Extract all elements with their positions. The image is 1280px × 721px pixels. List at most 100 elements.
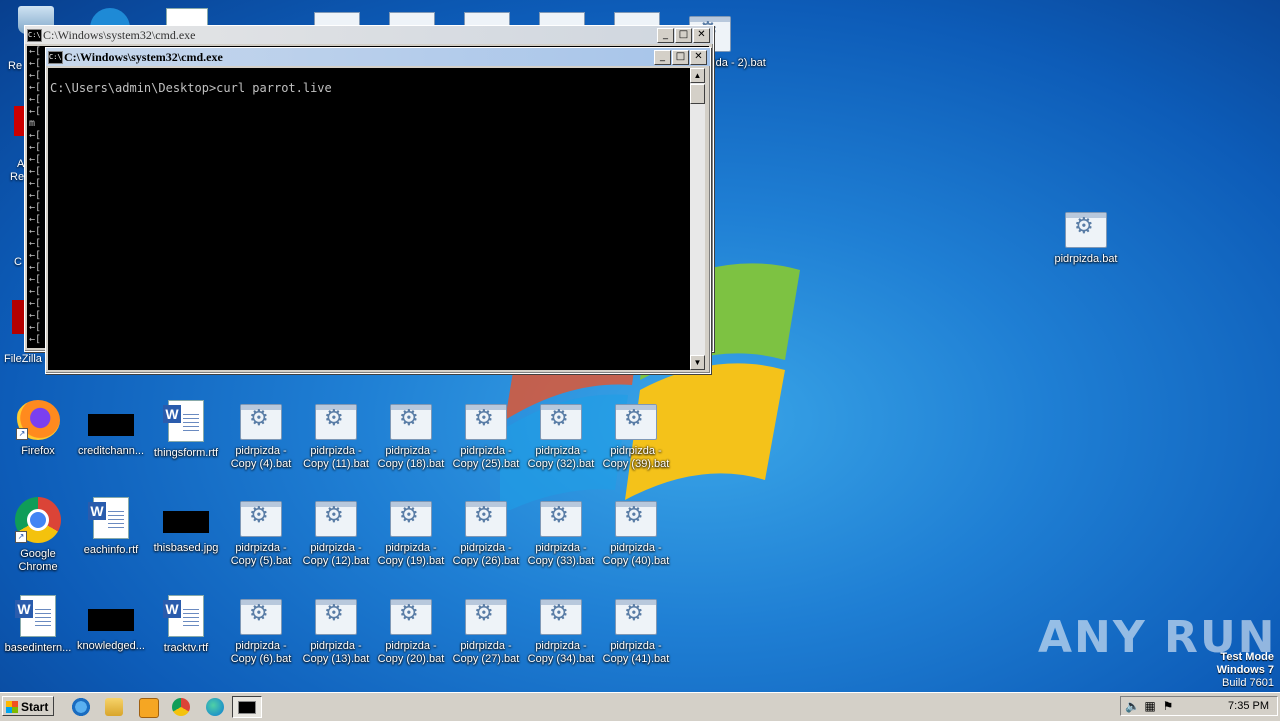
batch-file-icon (615, 404, 657, 440)
batch-file-icon (390, 599, 432, 635)
file-thumbnail-icon (163, 511, 209, 533)
minimize-button[interactable]: _ (657, 28, 674, 43)
maximize-button[interactable]: □ (672, 50, 689, 65)
desktop-icon[interactable]: basedintern... (0, 595, 76, 655)
batch-file-icon (540, 501, 582, 537)
desktop-icon[interactable]: pidrpizda - Copy (19).bat (373, 497, 449, 568)
desktop-icon-label: pidrpizda - Copy (39).bat (602, 445, 670, 470)
desktop-icon-label: pidrpizda - Copy (40).bat (602, 542, 670, 567)
test-mode-watermark: Test Mode Windows 7 Build 7601 (1217, 651, 1274, 690)
desktop-icon-label: eachinfo.rtf (83, 544, 139, 556)
chrome-icon[interactable] (172, 698, 190, 716)
desktop-icon-label: creditchann... (77, 445, 145, 457)
cmd-prompt-line: C:\Users\admin\Desktop>curl parrot.live (50, 81, 332, 95)
taskbar-cmd-button[interactable] (232, 696, 262, 718)
batch-file-icon (540, 404, 582, 440)
desktop-icon[interactable]: pidrpizda - Copy (25).bat (448, 400, 524, 471)
maximize-button[interactable]: □ (675, 28, 692, 43)
desktop-icon-label: thisbased.jpg (153, 542, 219, 554)
desktop-icon-pidrpizda-bat[interactable]: pidrpizda.bat (1048, 208, 1124, 266)
batch-file-icon (240, 404, 282, 440)
desktop-icon[interactable]: eachinfo.rtf (73, 497, 149, 557)
file-explorer-icon[interactable] (105, 698, 123, 716)
desktop-icon[interactable]: pidrpizda - Copy (20).bat (373, 595, 449, 666)
desktop-icon[interactable]: pidrpizda - Copy (34).bat (523, 595, 599, 666)
desktop-icon[interactable]: pidrpizda - Copy (32).bat (523, 400, 599, 471)
cmd-icon (238, 701, 256, 714)
batch-file-icon (615, 501, 657, 537)
cmd-icon: C:\ (27, 29, 42, 42)
scroll-down-arrow-icon[interactable]: ▼ (690, 355, 705, 370)
desktop-icon-label: pidrpizda - Copy (26).bat (452, 542, 520, 567)
desktop-icon[interactable]: pidrpizda - Copy (4).bat (223, 400, 299, 471)
system-tray: 🔈 ▦ ⚑ 7:35 PM (1120, 696, 1278, 716)
desktop-icon[interactable]: pidrpizda - Copy (27).bat (448, 595, 524, 666)
desktop-icon-label: pidrpizda - Copy (32).bat (527, 445, 595, 470)
shortcut-arrow-icon: ↗ (16, 428, 28, 440)
word-document-icon (15, 595, 56, 637)
batch-file-icon (465, 404, 507, 440)
edge-icon[interactable] (206, 698, 224, 716)
close-button[interactable]: ✕ (693, 28, 710, 43)
desktop-icon[interactable]: pidrpizda - Copy (12).bat (298, 497, 374, 568)
batch-file-icon (240, 599, 282, 635)
desktop-icon-label: pidrpizda - Copy (18).bat (377, 445, 445, 470)
taskbar: Start 🔈 ▦ ⚑ 7:35 PM (0, 692, 1280, 721)
desktop-icon[interactable]: knowledged... (73, 595, 149, 653)
scroll-thumb[interactable] (690, 84, 705, 104)
partial-label-1: Re (8, 60, 23, 72)
firefox-icon: ↗ (16, 400, 60, 440)
desktop-icon[interactable]: pidrpizda - Copy (5).bat (223, 497, 299, 568)
chrome-icon: ↗ (15, 497, 61, 543)
cmd-back-title: C:\Windows\system32\cmd.exe (43, 28, 196, 42)
desktop-icon[interactable]: thisbased.jpg (148, 497, 224, 555)
start-button[interactable]: Start (2, 696, 54, 716)
internet-explorer-icon[interactable] (72, 698, 90, 716)
action-center-flag-icon[interactable]: ⚑ (1161, 699, 1175, 713)
desktop-icon[interactable]: pidrpizda - Copy (41).bat (598, 595, 674, 666)
desktop-icon[interactable]: ↗ Google Chrome (0, 497, 76, 574)
cmd-window-front[interactable]: C:\ C:\Windows\system32\cmd.exe _ □ ✕ C:… (45, 47, 711, 374)
vertical-scrollbar[interactable]: ▲ ▼ (690, 68, 705, 370)
desktop-icon[interactable]: thingsform.rtf (148, 400, 224, 460)
batch-file-icon (465, 599, 507, 635)
desktop-icon[interactable]: pidrpizda - Copy (33).bat (523, 497, 599, 568)
desktop-icon[interactable]: ↗ Firefox (0, 400, 76, 458)
batch-file-icon (315, 404, 357, 440)
file-thumbnail-icon (88, 609, 134, 631)
watermark-line3: Build 7601 (1222, 677, 1274, 689)
volume-icon[interactable]: 🔈 (1125, 699, 1140, 713)
word-document-icon (88, 497, 129, 539)
network-icon[interactable]: ▦ (1143, 699, 1157, 713)
clock[interactable]: 7:35 PM (1228, 697, 1269, 715)
desktop-icon-label: Google Chrome (18, 548, 58, 573)
cmd-back-titlebar[interactable]: C:\ C:\Windows\system32\cmd.exe _ □ ✕ (25, 26, 713, 44)
close-button[interactable]: ✕ (690, 50, 707, 65)
desktop-icon[interactable]: pidrpizda - Copy (18).bat (373, 400, 449, 471)
desktop-icon[interactable]: pidrpizda - Copy (13).bat (298, 595, 374, 666)
desktop-icon-label: pidrpizda - Copy (5).bat (230, 542, 292, 567)
word-document-icon (163, 400, 204, 442)
batch-file-icon (540, 599, 582, 635)
desktop-icon[interactable]: tracktv.rtf (148, 595, 224, 655)
minimize-button[interactable]: _ (654, 50, 671, 65)
desktop-icon[interactable]: pidrpizda - Copy (39).bat (598, 400, 674, 471)
desktop-icon-label: Firefox (21, 445, 55, 457)
desktop-icon-label: basedintern... (4, 642, 72, 654)
desktop-icon[interactable]: pidrpizda - Copy (6).bat (223, 595, 299, 666)
media-player-icon[interactable] (139, 698, 159, 718)
desktop-icon-label: pidrpizda - Copy (41).bat (602, 640, 670, 665)
cmd-front-console[interactable]: C:\Users\admin\Desktop>curl parrot.live (48, 68, 690, 370)
shortcut-arrow-icon: ↗ (15, 531, 27, 543)
desktop-icon-label: pidrpizda - Copy (19).bat (377, 542, 445, 567)
batch-file-icon (390, 501, 432, 537)
desktop-icon-label: pidrpizda - Copy (11).bat (303, 445, 369, 470)
desktop-icon[interactable]: creditchann... (73, 400, 149, 458)
scroll-up-arrow-icon[interactable]: ▲ (690, 68, 705, 83)
desktop-icon[interactable]: pidrpizda - Copy (40).bat (598, 497, 674, 568)
desktop-icon[interactable]: pidrpizda - Copy (11).bat (298, 400, 374, 471)
cmd-front-titlebar[interactable]: C:\ C:\Windows\system32\cmd.exe _ □ ✕ (46, 48, 710, 66)
desktop-icon-label: pidrpizda - Copy (27).bat (452, 640, 520, 665)
desktop-icon-label: pidrpizda - Copy (4).bat (230, 445, 292, 470)
desktop-icon[interactable]: pidrpizda - Copy (26).bat (448, 497, 524, 568)
